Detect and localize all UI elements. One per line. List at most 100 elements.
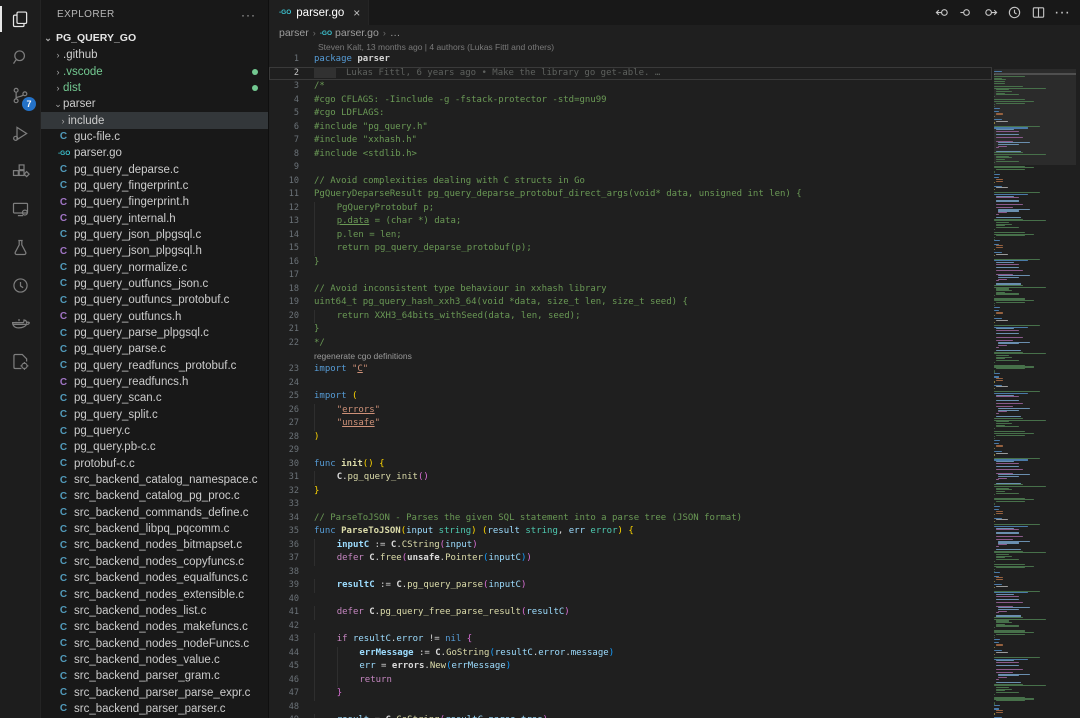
code-line-26[interactable]: 26"errors" [269,404,992,418]
code-line-14[interactable]: 14p.len = len; [269,229,992,243]
tree-file-pg-query-pb-c-c[interactable]: Cpg_query.pb-c.c [41,439,268,455]
tree-file-pg-query-c[interactable]: Cpg_query.c [41,423,268,439]
code-line-8[interactable]: 8#include <stdlib.h> [269,148,992,162]
tree-file-src-backend-nodes-equalfuncs-c[interactable]: Csrc_backend_nodes_equalfuncs.c [41,570,268,586]
code-line-25[interactable]: 25import ( [269,390,992,404]
code-line-10[interactable]: 10// Avoid complexities dealing with C s… [269,175,992,189]
tree-file-pg-query-scan-c[interactable]: Cpg_query_scan.c [41,390,268,406]
code-line-33[interactable]: 33 [269,498,992,512]
code-line-39[interactable]: 39resultC := C.pg_query_parse(inputC) [269,579,992,593]
project-settings-icon[interactable] [0,342,40,380]
tree-file-src-backend-nodes-list-c[interactable]: Csrc_backend_nodes_list.c [41,603,268,619]
code-line-31[interactable]: 31C.pg_query_init() [269,471,992,485]
code-line-43[interactable]: 43if resultC.error != nil { [269,633,992,647]
tree-file-parser-go[interactable]: -GOparser.go [41,145,268,161]
code-line-2[interactable]: 2Lukas Fittl, 6 years ago • Make the lib… [269,67,992,81]
tree-file-pg-query-fingerprint-c[interactable]: Cpg_query_fingerprint.c [41,178,268,194]
gitlens-icon[interactable] [0,266,40,304]
tree-file-pg-query-split-c[interactable]: Cpg_query_split.c [41,407,268,423]
code-line-41[interactable]: 41defer C.pg_query_free_parse_result(res… [269,606,992,620]
code-line-30[interactable]: 30func init() { [269,458,992,472]
code-line-42[interactable]: 42 [269,620,992,634]
tree-folder--github[interactable]: ›.github [41,47,268,63]
source-control-icon[interactable]: 7 [0,76,40,114]
tree-file-protobuf-c-c[interactable]: Cprotobuf-c.c [41,456,268,472]
breadcrumb-file[interactable]: -GOparser.go [320,27,379,39]
breadcrumb-folder[interactable]: parser [279,27,309,39]
code-line-22[interactable]: 22*/ [269,337,992,351]
code-line-13[interactable]: 13p.data = (char *) data; [269,215,992,229]
gitlens-next-change-icon[interactable] [980,3,1000,23]
tree-file-src-backend-nodes-extensible-c[interactable]: Csrc_backend_nodes_extensible.c [41,586,268,602]
tree-file-src-backend-nodes-makefuncs-c[interactable]: Csrc_backend_nodes_makefuncs.c [41,619,268,635]
code-line-48[interactable]: 48 [269,701,992,715]
code-line-19[interactable]: 19uint64_t pg_query_hash_xxh3_64(void *d… [269,296,992,310]
code-line-45[interactable]: 45err = errors.New(errMessage) [269,660,992,674]
code-editor[interactable]: Steven Kalt, 13 months ago | 4 authors (… [269,41,1080,718]
tree-file-src-backend-parser-parser-c[interactable]: Csrc_backend_parser_parser.c [41,701,268,717]
tree-file-pg-query-readfuncs-protobuf-c[interactable]: Cpg_query_readfuncs_protobuf.c [41,358,268,374]
split-editor-icon[interactable] [1028,3,1048,23]
code-line-15[interactable]: 15return pg_query_deparse_protobuf(p); [269,242,992,256]
code-line-21[interactable]: 21} [269,323,992,337]
code-line-17[interactable]: 17 [269,269,992,283]
tree-folder-dist[interactable]: ›dist [41,80,268,96]
search-icon[interactable] [0,38,40,76]
tree-file-src-backend-parser-parse-expr-c[interactable]: Csrc_backend_parser_parse_expr.c [41,684,268,700]
remote-explorer-icon[interactable] [0,190,40,228]
tree-file-src-backend-catalog-pg-proc-c[interactable]: Csrc_backend_catalog_pg_proc.c [41,488,268,504]
code-line-35[interactable]: 35func ParseToJSON(input string) (result… [269,525,992,539]
tree-file-src-backend-nodes-copyfuncs-c[interactable]: Csrc_backend_nodes_copyfuncs.c [41,554,268,570]
code-line-9[interactable]: 9 [269,161,992,175]
tree-file-src-backend-libpq-pqcomm-c[interactable]: Csrc_backend_libpq_pqcomm.c [41,521,268,537]
code-line-29[interactable]: 29 [269,444,992,458]
code-line-36[interactable]: 36inputC := C.CString(input) [269,539,992,553]
extensions-icon[interactable] [0,152,40,190]
code-line-3[interactable]: 3/* [269,80,992,94]
code-line-4[interactable]: 4#cgo CFLAGS: -Iinclude -g -fstack-prote… [269,94,992,108]
tab-parser-go[interactable]: -GO parser.go × [269,0,369,25]
tree-file-src-backend-parser-gram-c[interactable]: Csrc_backend_parser_gram.c [41,668,268,684]
code-line-37[interactable]: 37defer C.free(unsafe.Pointer(inputC)) [269,552,992,566]
code-line-16[interactable]: 16} [269,256,992,270]
code-line-18[interactable]: 18// Avoid inconsistent type behaviour i… [269,283,992,297]
tree-file-pg-query-parse-c[interactable]: Cpg_query_parse.c [41,341,268,357]
tree-file-guc-file-c[interactable]: Cguc-file.c [41,129,268,145]
tree-file-pg-query-outfuncs-h[interactable]: Cpg_query_outfuncs.h [41,309,268,325]
tree-file-src-backend-nodes-nodefuncs-c[interactable]: Csrc_backend_nodes_nodeFuncs.c [41,635,268,651]
explorer-icon[interactable] [0,0,40,38]
workspace-root-folder[interactable]: ⌄ PG_QUERY_GO [41,29,268,47]
close-tab-icon[interactable]: × [353,6,360,20]
code-line-49[interactable]: 49result = C.GoString(resultC.parse_tree… [269,714,992,718]
code-line-27[interactable]: 27"unsafe" [269,417,992,431]
tree-folder--vscode[interactable]: ›.vscode [41,63,268,79]
docker-icon[interactable] [0,304,40,342]
tree-file-src-backend-commands-define-c[interactable]: Csrc_backend_commands_define.c [41,505,268,521]
code-line-47[interactable]: 47} [269,687,992,701]
tree-file-pg-query-deparse-c[interactable]: Cpg_query_deparse.c [41,161,268,177]
tree-folder-parser[interactable]: ⌄parser [41,96,268,112]
code-line-46[interactable]: 46return [269,674,992,688]
breadcrumb-symbol[interactable]: … [390,27,401,39]
tree-file-src-backend-nodes-value-c[interactable]: Csrc_backend_nodes_value.c [41,652,268,668]
code-line-11[interactable]: 11PgQueryDeparseResult pg_query_deparse_… [269,188,992,202]
tree-file-src-backend-catalog-namespace-c[interactable]: Csrc_backend_catalog_namespace.c [41,472,268,488]
code-line-32[interactable]: 32} [269,485,992,499]
tree-file-pg-query-fingerprint-h[interactable]: Cpg_query_fingerprint.h [41,194,268,210]
tree-file-pg-query-parse-plpgsql-c[interactable]: Cpg_query_parse_plpgsql.c [41,325,268,341]
tree-file-pg-query-json-plpgsql-c[interactable]: Cpg_query_json_plpgsql.c [41,227,268,243]
gitlens-compare-icon[interactable] [956,3,976,23]
code-line-12[interactable]: 12PgQueryProtobuf p; [269,202,992,216]
tree-file-src-backend-nodes-bitmapset-c[interactable]: Csrc_backend_nodes_bitmapset.c [41,537,268,553]
run-debug-icon[interactable] [0,114,40,152]
tree-folder-include[interactable]: ›include [41,112,268,128]
code-line-34[interactable]: 34// ParseToJSON - Parses the given SQL … [269,512,992,526]
file-history-icon[interactable] [1004,3,1024,23]
code-line-20[interactable]: 20return XXH3_64bits_withSeed(data, len,… [269,310,992,324]
code-line-1[interactable]: 1package parser [269,53,992,67]
tree-file-pg-query-outfuncs-protobuf-c[interactable]: Cpg_query_outfuncs_protobuf.c [41,292,268,308]
code-line-24[interactable]: 24 [269,377,992,391]
more-actions-icon[interactable]: ··· [1052,3,1072,23]
tree-file-pg-query-normalize-c[interactable]: Cpg_query_normalize.c [41,259,268,275]
code-line-38[interactable]: 38 [269,566,992,580]
